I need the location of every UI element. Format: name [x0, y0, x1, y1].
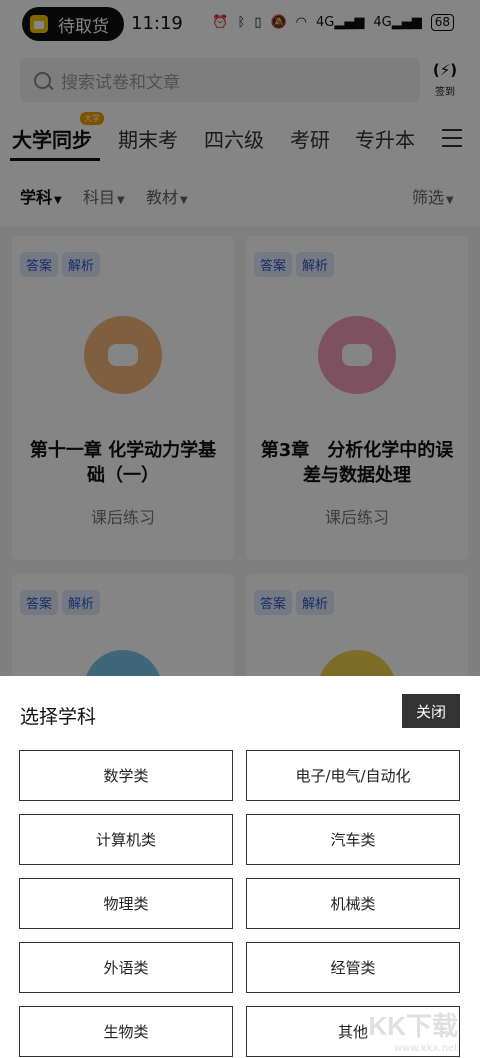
- subject-option-mechanical[interactable]: 机械类: [246, 878, 460, 929]
- subject-option-electronics[interactable]: 电子/电气/自动化: [246, 750, 460, 801]
- app-screen: 待取货 11:19 ⏰ ᛒ ▯ 🔕 ◠ 4G▂▄▆ 4G▂▄▆ 68 搜索试卷和…: [0, 0, 480, 1058]
- watermark-logo: KK下载: [368, 1011, 458, 1041]
- subject-option-languages[interactable]: 外语类: [19, 942, 233, 993]
- watermark-url: www.kkx.net: [394, 1043, 458, 1054]
- subject-option-math[interactable]: 数学类: [19, 750, 233, 801]
- subject-option-automotive[interactable]: 汽车类: [246, 814, 460, 865]
- subject-option-economics[interactable]: 经管类: [246, 942, 460, 993]
- subject-picker-sheet: 选择学科 关闭 数学类 电子/电气/自动化 计算机类 汽车类 物理类 机械类 外…: [0, 676, 480, 1058]
- close-button[interactable]: 关闭: [402, 694, 460, 728]
- watermark: KK下载 www.kkx.net: [368, 1006, 458, 1054]
- subject-option-computer[interactable]: 计算机类: [19, 814, 233, 865]
- modal-backdrop[interactable]: [0, 0, 480, 676]
- subject-option-physics[interactable]: 物理类: [19, 878, 233, 929]
- sheet-title: 选择学科: [20, 706, 97, 728]
- subject-option-biology[interactable]: 生物类: [19, 1006, 233, 1057]
